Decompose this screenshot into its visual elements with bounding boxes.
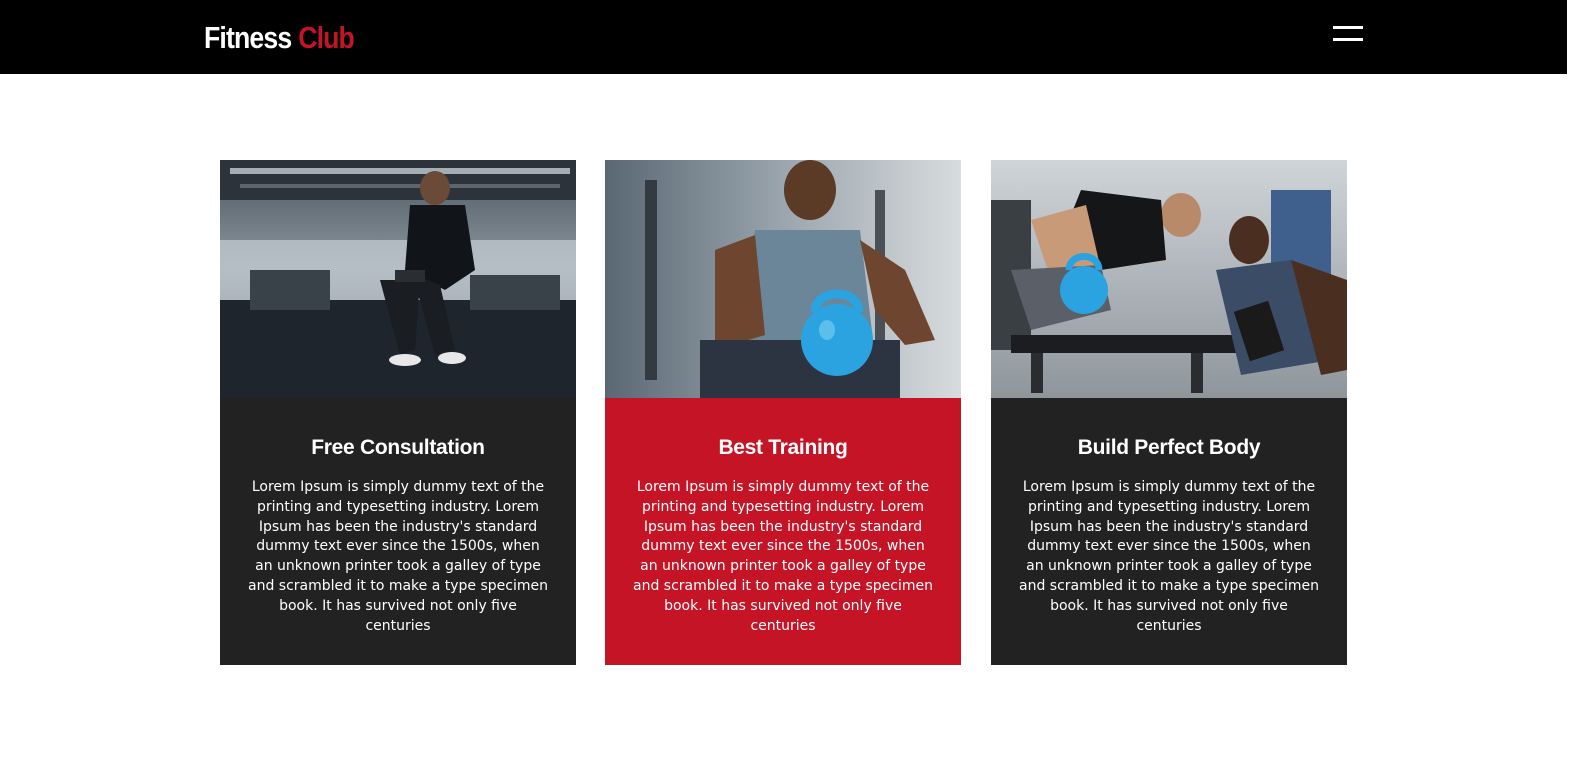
card-title: Build Perfect Body — [1077, 436, 1261, 459]
logo-word-club: Club — [298, 20, 355, 55]
page-scrollbar[interactable] — [1567, 0, 1584, 766]
card-description: Lorem Ipsum is simply dummy text of the … — [1019, 479, 1319, 634]
site-header: Fitness Club — [0, 0, 1567, 74]
card-description: Lorem Ipsum is simply dummy text of the … — [248, 479, 548, 634]
card-photo-trainer-session — [991, 160, 1347, 398]
card-photo-kettlebell-curl — [605, 160, 961, 398]
card-body: Free Consultation Lorem Ipsum is simply … — [220, 398, 576, 665]
menu-bar-bottom — [1333, 38, 1363, 41]
service-card-body: Build Perfect Body Lorem Ipsum is simply… — [991, 160, 1347, 665]
hamburger-menu-icon[interactable] — [1329, 22, 1367, 50]
site-logo[interactable]: Fitness Club — [204, 18, 355, 58]
service-card-training: Best Training Lorem Ipsum is simply dumm… — [605, 160, 961, 665]
card-body: Best Training Lorem Ipsum is simply dumm… — [605, 398, 961, 665]
card-title: Free Consultation — [311, 436, 485, 459]
service-card-consultation: Free Consultation Lorem Ipsum is simply … — [220, 160, 576, 665]
logo-word-fitness: Fitness — [204, 20, 292, 55]
card-photo-dumbbell-workout — [220, 160, 576, 398]
card-title: Best Training — [718, 436, 848, 459]
card-description: Lorem Ipsum is simply dummy text of the … — [633, 479, 933, 634]
menu-bar-top — [1333, 26, 1363, 29]
card-body: Build Perfect Body Lorem Ipsum is simply… — [991, 398, 1347, 665]
page: Fitness Club Free Consultation Lorem Ips… — [0, 0, 1584, 766]
